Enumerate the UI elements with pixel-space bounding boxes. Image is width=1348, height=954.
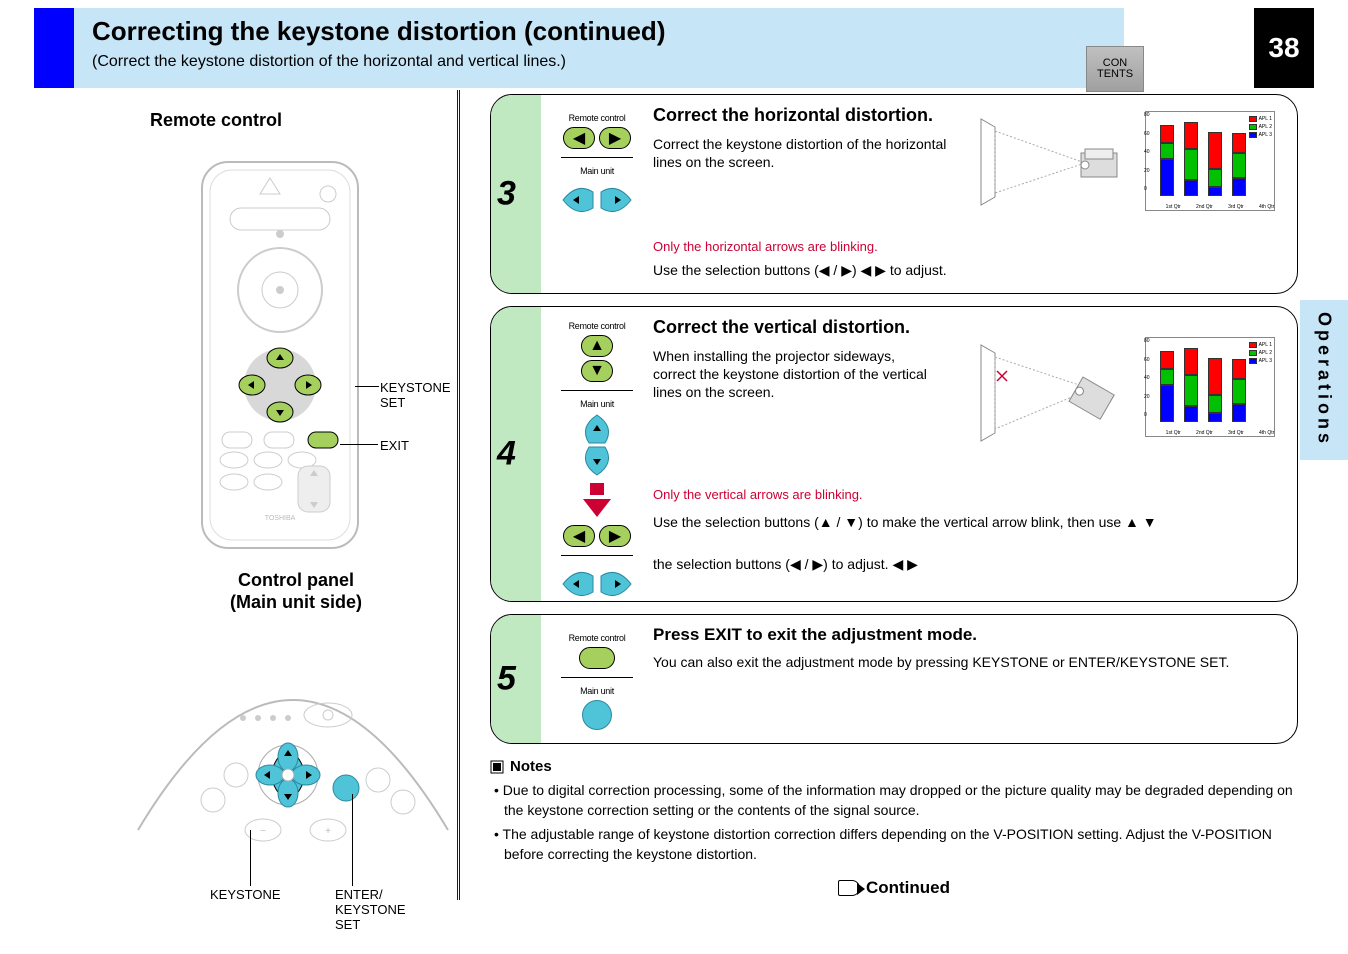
svg-text:−: − [260, 826, 266, 837]
step3-illustration: 806040200 APL 1APL 2APL 3 1st Qtr2nd Qtr… [973, 111, 1275, 211]
header-blue-strip [34, 8, 74, 88]
projector-vertical-icon [973, 337, 1133, 447]
main-unit-mini-label: Main unit [580, 166, 614, 176]
step3-controls: Remote control ◀ ▶ Main unit [551, 113, 643, 220]
step4-illustration: 806040200 APL 1APL 2APL 3 1st Qtr2nd Qtr… [973, 337, 1275, 447]
step-5: 5 Remote control Main unit Press EXIT to… [490, 614, 1298, 744]
keystone-panel-callout: KEYSTONE [210, 887, 281, 902]
step3-line1: Correct the keystone distortion of the h… [653, 135, 946, 154]
note-item-2: • The adjustable range of keystone disto… [504, 825, 1298, 864]
continued-link[interactable]: Continued [490, 876, 1298, 900]
enter-button-icon [582, 700, 612, 730]
step-number-4: 4 [497, 435, 516, 474]
note-item-1: • Due to digital correction processing, … [504, 781, 1298, 820]
step4-mid1: Use the selection buttons (▲ / ▼) to mak… [653, 514, 1121, 530]
right-arrow-button-icon: ▶ [599, 127, 631, 149]
up-arrow-button-icon: ▲ [581, 335, 613, 357]
control-panel-label: Control panel (Main unit side) [156, 570, 436, 613]
callout-line [355, 386, 379, 387]
down-arrow-button-icon: ▼ [581, 360, 613, 382]
side-tab-operations: Operations [1300, 300, 1348, 460]
step3-hint: Use the selection buttons (◀ / ▶) [653, 262, 857, 278]
left-column: Remote control [80, 90, 460, 900]
continued-arrow-icon [838, 880, 860, 896]
keystone-left-right-icon [561, 180, 633, 220]
continued-label: Continued [866, 876, 950, 900]
remote-control-label: Remote control [150, 110, 282, 131]
main-unit-mini-label: Main unit [580, 686, 614, 696]
step-number-5: 5 [497, 660, 516, 699]
page-number: 38 [1254, 8, 1314, 88]
keystone-set-callout: KEYSTONE SET [380, 380, 451, 410]
left-arrow-button-icon: ◀ [563, 127, 595, 149]
remote-control-mini-label: Remote control [569, 321, 626, 331]
contents-button[interactable]: CON TENTS [1086, 46, 1144, 92]
red-down-arrow-icon [583, 499, 611, 517]
step4-line1: When installing the projector sideways, [653, 347, 895, 366]
step3-line2: lines on the screen. [653, 153, 774, 172]
step5-controls: Remote control Main unit [551, 633, 643, 730]
step-number-3: 3 [497, 175, 516, 214]
remote-control-mini-label: Remote control [569, 113, 626, 123]
right-arrow-button-icon: ▶ [599, 525, 631, 547]
page-title: Correcting the keystone distortion (cont… [92, 16, 1106, 47]
keystone-left-right-icon [561, 564, 633, 602]
callout-line [352, 794, 353, 886]
step4-line2: correct the keystone distortion of the v… [653, 365, 927, 384]
header-lightblue: Correcting the keystone distortion (cont… [74, 8, 1124, 88]
step3-blink-note: Only the horizontal arrows are blinking. [653, 239, 878, 254]
header-bar: Correcting the keystone distortion (cont… [34, 8, 1314, 88]
step3-hint-cont: to adjust. [890, 262, 947, 278]
step4-mid2: the selection buttons (◀ / ▶) to adjust. [653, 556, 889, 572]
remote-control-diagram: TOSHIBA [200, 160, 360, 550]
step-4: 4 Remote control ▲ ▼ Main unit ◀ [490, 306, 1298, 602]
chart-bars [1154, 116, 1250, 196]
notes-title: Notes [490, 756, 1298, 777]
contents-button-label: CON TENTS [1087, 58, 1143, 80]
svg-text:+: + [325, 826, 331, 837]
step4-blink-note: Only the vertical arrows are blinking. [653, 487, 863, 502]
chart-legend: APL 1APL 2APL 3 [1249, 116, 1272, 140]
step5-subtitle: You can also exit the adjustment mode by… [653, 653, 1229, 672]
svg-text:TOSHIBA: TOSHIBA [265, 515, 296, 522]
sample-chart-step4: 806040200 APL 1APL 2APL 3 1st Qtr2nd Qtr… [1145, 337, 1275, 437]
keystone-up-down-icon [577, 413, 617, 477]
step4-line3: lines on the screen. [653, 383, 774, 402]
note-bullet-icon [490, 760, 504, 774]
step4-title: Correct the vertical distortion. [653, 317, 910, 338]
enter-keystone-callout: ENTER/ KEYSTONE SET [335, 887, 406, 932]
step3-title: Correct the horizontal distortion. [653, 105, 933, 126]
control-panel-diagram: − + [128, 630, 458, 880]
main-unit-mini-label: Main unit [580, 399, 614, 409]
projector-horizontal-icon [973, 111, 1133, 211]
callout-line [340, 444, 378, 445]
step-3: 3 Remote control ◀ ▶ Main unit Correct t… [490, 94, 1298, 294]
notes-section: Notes • Due to digital correction proces… [490, 756, 1298, 900]
left-arrow-button-icon: ◀ [563, 525, 595, 547]
exit-callout: EXIT [380, 438, 409, 453]
callout-line [250, 830, 251, 886]
step5-title: Press EXIT to exit the adjustment mode. [653, 625, 977, 645]
page-subtitle: (Correct the keystone distortion of the … [92, 53, 1106, 71]
sample-chart-step3: 806040200 APL 1APL 2APL 3 1st Qtr2nd Qtr… [1145, 111, 1275, 211]
remote-control-mini-label: Remote control [569, 633, 626, 643]
exit-button-icon [579, 647, 615, 669]
side-tab-label: Operations [1314, 312, 1335, 447]
step4-controls: Remote control ▲ ▼ Main unit ◀ ▶ [551, 321, 643, 602]
